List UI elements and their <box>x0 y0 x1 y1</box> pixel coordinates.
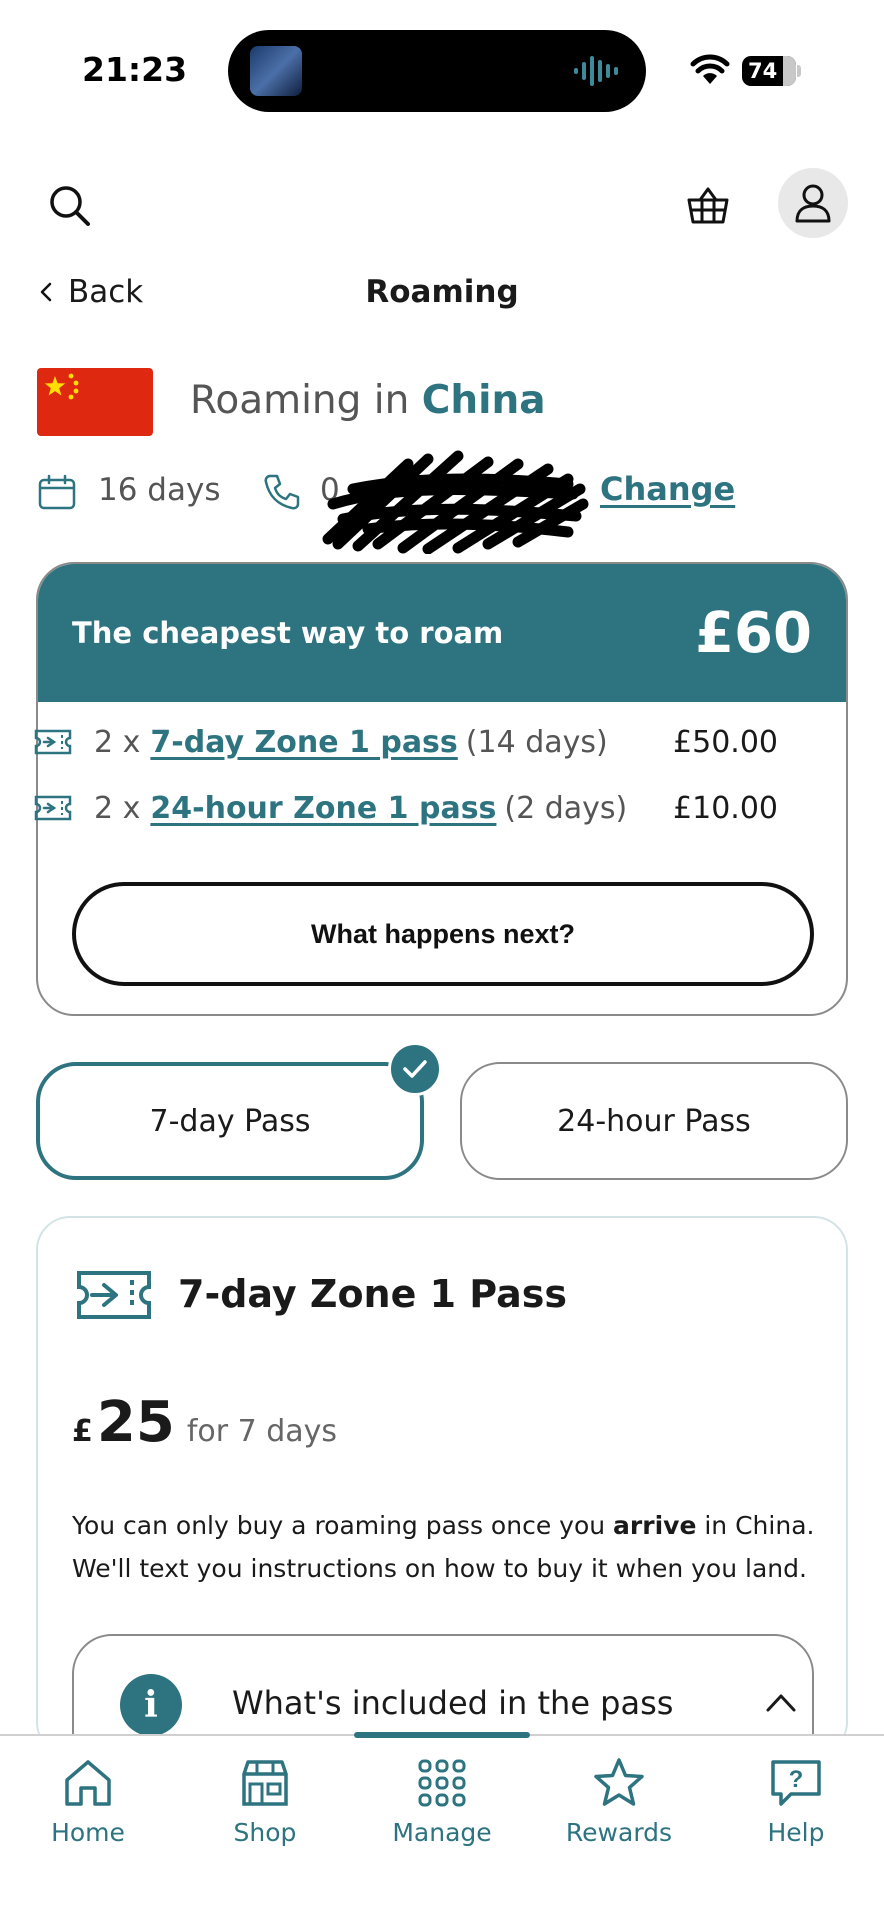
home-icon <box>65 1760 111 1806</box>
nav-manage[interactable]: Manage <box>362 1750 522 1870</box>
help-chat-icon: ? <box>771 1760 821 1806</box>
plane-ticket-icon <box>34 795 72 821</box>
search-button[interactable] <box>42 178 98 234</box>
nav-rewards[interactable]: Rewards <box>539 1750 699 1870</box>
pass-duration: (14 days) <box>465 724 608 760</box>
cheapest-title: The cheapest way to roam <box>72 616 504 650</box>
nav-rewards-label: Rewards <box>565 1818 673 1847</box>
whats-included-label: What's included in the pass <box>232 1684 674 1722</box>
svg-text:?: ? <box>789 1766 804 1793</box>
pass-detail-card: 7-day Zone 1 Pass £ 25 for 7 days You ca… <box>36 1216 848 1774</box>
dynamic-island[interactable] <box>228 30 646 112</box>
now-playing-artwork <box>250 46 302 96</box>
chevron-up-icon <box>766 1694 796 1712</box>
wifi-icon <box>690 54 730 84</box>
bottom-tab-bar: Home Shop Manage Rewards ? Help <box>0 1732 884 1920</box>
pass-amount: £50.00 <box>673 724 778 760</box>
instructions-text-start: You can only buy a roaming pass once you <box>72 1511 606 1540</box>
trip-days: 16 days <box>98 472 221 508</box>
nav-help[interactable]: ? Help <box>716 1750 876 1870</box>
back-label: Back <box>68 274 144 310</box>
nav-manage-label: Manage <box>392 1818 492 1847</box>
nav-home[interactable]: Home <box>8 1750 168 1870</box>
calendar-icon <box>38 474 76 510</box>
nav-home-label: Home <box>51 1818 125 1847</box>
plane-ticket-icon <box>34 729 72 755</box>
pass-amount: £10.00 <box>673 790 778 826</box>
change-link[interactable]: Change <box>600 470 735 508</box>
cheapest-header: The cheapest way to roam £60 <box>38 564 846 702</box>
basket-button[interactable] <box>680 178 736 234</box>
nav-help-label: Help <box>767 1818 825 1847</box>
redaction-scribble <box>322 450 589 554</box>
pass-line-item: 2 x 24-hour Zone 1 pass (2 days) £10.00 <box>34 786 778 830</box>
back-button[interactable]: Back <box>40 274 143 310</box>
pass-line-item: 2 x 7-day Zone 1 pass (14 days) £50.00 <box>34 720 778 764</box>
battery-tip <box>797 65 801 77</box>
plane-ticket-icon <box>77 1271 151 1319</box>
selected-check-icon <box>388 1042 442 1096</box>
roaming-heading: Roaming in China <box>190 378 546 423</box>
price-amount: 25 <box>96 1390 175 1455</box>
flag-stars <box>44 373 79 400</box>
tab-24-hour-pass[interactable]: 24-hour Pass <box>460 1062 848 1180</box>
pass-name-link[interactable]: 7-day Zone 1 pass <box>150 725 457 760</box>
pass-instructions: You can only buy a roaming pass once you… <box>72 1504 832 1590</box>
pass-name-link[interactable]: 24-hour Zone 1 pass <box>150 791 496 826</box>
roaming-prefix: Roaming in <box>190 378 410 423</box>
price-period: for 7 days <box>186 1414 338 1449</box>
instructions-bold: arrive <box>613 1511 697 1540</box>
pass-quantity: 2 x <box>94 724 141 760</box>
price-currency: £ <box>72 1414 93 1449</box>
tab-7-day-pass[interactable]: 7-day Pass <box>36 1062 424 1180</box>
account-button[interactable] <box>778 168 848 238</box>
china-flag <box>37 368 153 436</box>
chevron-left-icon <box>40 282 52 302</box>
pass-duration: (2 days) <box>504 790 628 826</box>
cheapest-total: £60 <box>695 600 812 666</box>
pass-price: £ 25 for 7 days <box>72 1390 337 1455</box>
shop-icon <box>242 1760 288 1806</box>
battery-icon: 74 <box>742 56 796 86</box>
search-icon <box>50 186 90 226</box>
active-tab-indicator <box>354 1732 530 1738</box>
audio-waveform-icon <box>574 56 618 86</box>
status-time: 21:23 <box>82 50 188 89</box>
nav-shop-label: Shop <box>233 1818 297 1847</box>
phone-icon <box>264 474 300 510</box>
nav-shop[interactable]: Shop <box>185 1750 345 1870</box>
country-name: China <box>421 378 546 423</box>
what-happens-next-button[interactable]: What happens next? <box>72 882 814 986</box>
battery-level: 74 <box>748 59 778 83</box>
status-bar: 21:23 74 <box>0 0 884 140</box>
user-icon <box>795 184 831 223</box>
pass-detail-title: 7-day Zone 1 Pass <box>178 1272 567 1316</box>
info-icon: i <box>120 1674 182 1736</box>
grid-icon <box>418 1759 466 1807</box>
basket-icon <box>687 187 729 224</box>
trip-summary: 16 days 0 Change <box>38 450 838 554</box>
pass-quantity: 2 x <box>94 790 141 826</box>
star-icon <box>594 1758 644 1806</box>
